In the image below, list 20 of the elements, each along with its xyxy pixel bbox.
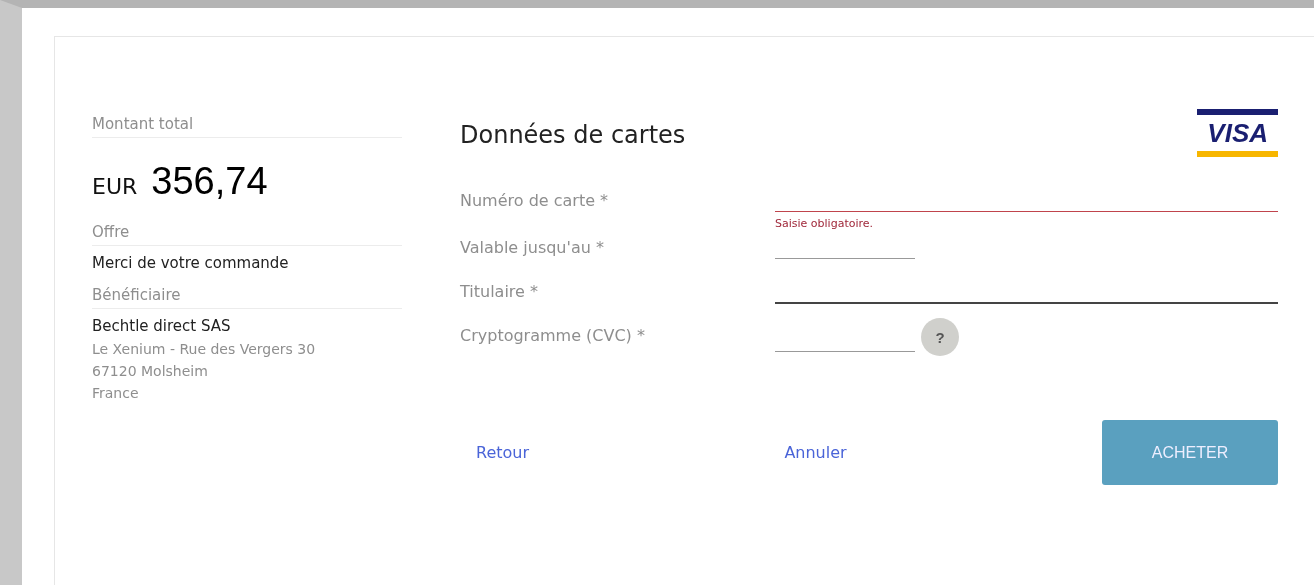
field-label: Valable jusqu'au * [460,237,605,259]
card-brand-logo: VISA [1197,109,1278,157]
currency: EUR [92,174,138,199]
address-line: 67120 Molsheim [92,363,209,379]
total-label: Montant total [92,115,402,138]
beneficiary-label: Bénéficiaire [92,286,402,309]
beneficiary-name: Bechtle direct SAS [92,317,232,335]
form-title: Données de cartes [460,121,686,149]
offer-text: Merci de votre commande [92,254,290,272]
error-message: Saisie obligatoire. [775,217,875,230]
field-label: Titulaire * [460,281,539,303]
total-amount: 356,74 [151,160,268,203]
offer-label: Offre [92,223,402,246]
cancel-link[interactable]: Annuler [784,443,847,462]
help-button[interactable]: ? [921,318,959,356]
field-label: Numéro de carte * [460,190,610,212]
address-line: Le Xenium - Rue des Vergers 30 [92,341,317,357]
address-line: France [92,385,140,401]
field-label: Cryptogramme (CVC) * [460,325,646,347]
back-link[interactable]: Retour [476,443,530,462]
